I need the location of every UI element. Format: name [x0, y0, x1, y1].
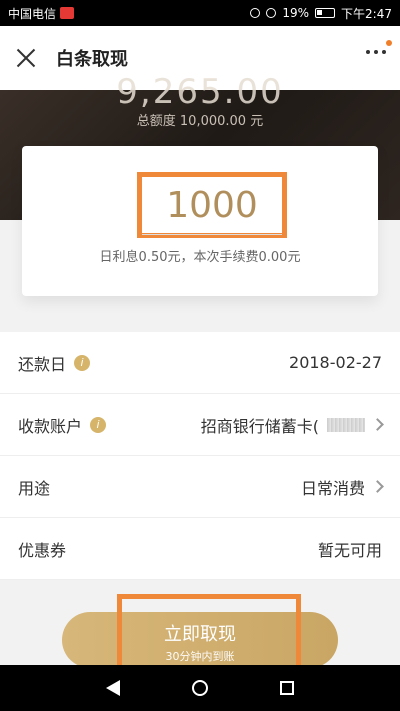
row-value: 招商银行储蓄卡( — [200, 416, 319, 436]
row-left: 还款日 i — [18, 351, 91, 375]
withdraw-sub: 30分钟内到账 — [165, 650, 235, 663]
row-right: 2018-02-27 — [289, 353, 382, 372]
more-icon[interactable] — [366, 50, 386, 54]
row-label: 收款账户 — [18, 416, 83, 436]
row-receiving-account[interactable]: 收款账户 i 招商银行储蓄卡( — [0, 394, 400, 456]
fee-note: 日利息0.50元，本次手续费0.00元 — [99, 250, 301, 265]
page-title: 白条取现 — [56, 49, 128, 70]
info-icon[interactable]: i — [74, 354, 91, 371]
row-label: 用途 — [18, 478, 51, 498]
row-left: 用途 — [18, 475, 50, 499]
row-left: 优惠券 — [18, 537, 66, 561]
row-left: 收款账户 i — [18, 413, 107, 437]
notification-dot-icon — [386, 40, 392, 46]
withdraw-label: 立即取现 — [164, 624, 236, 645]
battery-icon — [315, 8, 336, 18]
available-amount: 9,265.00 — [116, 72, 284, 112]
chevron-right-icon — [371, 480, 384, 493]
row-coupon[interactable]: 优惠券 暂无可用 — [0, 518, 400, 580]
amount-underline — [142, 234, 282, 235]
row-value: 2018-02-27 — [289, 353, 382, 372]
amount-input[interactable]: 1000 — [137, 172, 287, 238]
row-value: 暂无可用 — [317, 540, 382, 560]
back-icon[interactable] — [106, 680, 120, 696]
detail-list: 还款日 i 2018-02-27 收款账户 i 招商银行储蓄卡( 用途 日常消费… — [0, 332, 400, 580]
total-limit: 总额度 10,000.00 元 — [136, 114, 264, 129]
battery-percent: 19% — [282, 6, 310, 20]
recent-apps-icon[interactable] — [280, 681, 294, 695]
status-right: 19% 下午2:47 — [250, 5, 392, 22]
masked-card-number — [327, 417, 365, 432]
status-left: 中国电信 — [8, 5, 75, 22]
carrier-name: 中国电信 — [8, 6, 57, 21]
chevron-right-icon — [371, 418, 384, 431]
row-purpose[interactable]: 用途 日常消费 — [0, 456, 400, 518]
row-right: 日常消费 — [300, 475, 384, 499]
amount-value: 1000 — [166, 184, 258, 226]
alarm-icon — [250, 8, 261, 18]
row-value: 日常消费 — [300, 478, 365, 498]
row-right: 招商银行储蓄卡( — [200, 413, 384, 437]
eye-icon — [266, 8, 277, 18]
status-bar: 中国电信 19% 下午2:47 — [0, 0, 400, 26]
row-right: 暂无可用 — [318, 537, 382, 561]
info-icon[interactable]: i — [90, 416, 107, 433]
close-icon[interactable] — [14, 46, 38, 70]
status-time: 下午2:47 — [341, 6, 392, 21]
carrier-badge-icon — [60, 7, 75, 19]
amount-card: 1000 日利息0.50元，本次手续费0.00元 — [22, 146, 378, 296]
row-repayment-date: 还款日 i 2018-02-27 — [0, 332, 400, 394]
row-label: 优惠券 — [18, 540, 67, 560]
nav-bar — [0, 665, 400, 711]
row-label: 还款日 — [18, 354, 67, 374]
home-icon[interactable] — [192, 680, 208, 696]
withdraw-button[interactable]: 立即取现 30分钟内到账 — [62, 612, 338, 668]
